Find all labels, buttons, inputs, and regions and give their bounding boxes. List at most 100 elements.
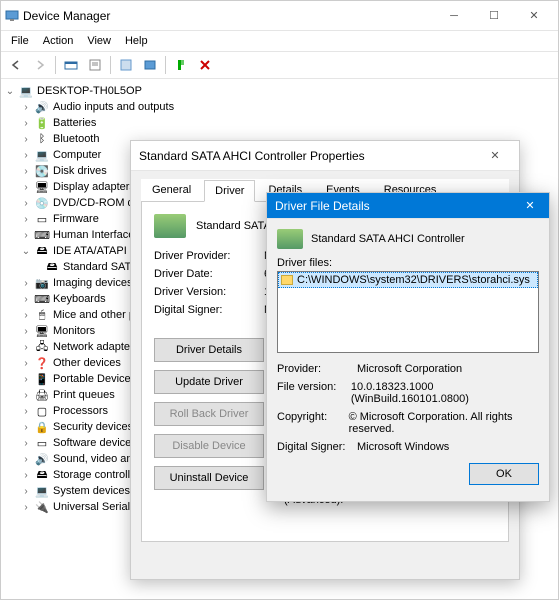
category-label: Portable Devices (53, 373, 136, 385)
expand-icon[interactable]: › (21, 118, 31, 128)
category-icon: 💽 (35, 164, 49, 178)
uninstall-device-button[interactable]: Uninstall Device (154, 466, 264, 490)
scan-button[interactable] (170, 54, 192, 76)
maximize-button[interactable]: ☐ (474, 2, 514, 30)
ok-button[interactable]: OK (469, 463, 539, 485)
expand-icon[interactable]: › (21, 230, 31, 240)
props-titlebar: Standard SATA AHCI Controller Properties… (131, 141, 519, 171)
expand-icon[interactable]: › (21, 342, 31, 352)
expand-icon[interactable]: › (21, 390, 31, 400)
date-label: Driver Date: (154, 268, 264, 280)
tree-category[interactable]: › 🔋 Batteries (5, 115, 554, 131)
tab-driver[interactable]: Driver (204, 180, 255, 202)
expand-icon[interactable]: › (21, 278, 31, 288)
category-label: Display adapters (53, 181, 135, 193)
expand-icon[interactable]: › (21, 406, 31, 416)
expand-icon[interactable]: › (21, 326, 31, 336)
close-button[interactable]: ✕ (514, 2, 554, 30)
category-icon: 💻 (35, 484, 49, 498)
df-title: Driver File Details (271, 199, 515, 213)
remove-button[interactable] (194, 54, 216, 76)
expand-icon[interactable]: › (21, 294, 31, 304)
tab-general[interactable]: General (141, 179, 202, 201)
menubar: File Action View Help (1, 31, 558, 51)
category-label: System devices (53, 485, 130, 497)
properties-button[interactable] (84, 54, 106, 76)
props-title: Standard SATA AHCI Controller Properties (135, 149, 475, 163)
df-signer-value: Microsoft Windows (357, 441, 449, 453)
category-label: Bluetooth (53, 133, 99, 145)
show-hidden-button[interactable] (60, 54, 82, 76)
expand-icon[interactable]: › (21, 182, 31, 192)
expand-icon[interactable]: › (21, 422, 31, 432)
back-button[interactable] (5, 54, 27, 76)
forward-button[interactable] (29, 54, 51, 76)
provider-label: Driver Provider: (154, 250, 264, 262)
expand-icon[interactable]: › (21, 470, 31, 480)
update-driver-button[interactable]: Update Driver (154, 370, 264, 394)
category-label: Monitors (53, 325, 95, 337)
computer-name: DESKTOP-TH0L5OP (37, 85, 142, 97)
category-icon: 💿 (35, 196, 49, 210)
expand-icon[interactable]: › (21, 214, 31, 224)
category-label: Batteries (53, 117, 96, 129)
df-close-button[interactable]: ✕ (515, 194, 545, 218)
computer-icon: 💻 (19, 84, 33, 98)
driver-file-details-dialog: Driver File Details ✕ Standard SATA AHCI… (266, 192, 550, 502)
category-icon: 🖨 (35, 388, 49, 402)
titlebar: Device Manager ─ ☐ ✕ (1, 1, 558, 31)
collapse-icon[interactable]: ⌄ (5, 86, 15, 96)
category-label: Keyboards (53, 293, 106, 305)
tree-category[interactable]: ›🔊Audio inputs and outputs (5, 99, 554, 115)
category-icon: ⌨ (35, 228, 49, 242)
category-label: Firmware (53, 213, 99, 225)
df-device-name: Standard SATA AHCI Controller (311, 233, 465, 245)
expand-icon[interactable]: › (21, 374, 31, 384)
expand-icon[interactable]: › (21, 454, 31, 464)
expand-icon[interactable]: › (21, 198, 31, 208)
category-icon: ⌨ (35, 292, 49, 306)
collapse-icon[interactable]: ⌄ (21, 246, 31, 256)
device-icon: 🖴 (45, 260, 59, 274)
category-icon: ❓ (35, 356, 49, 370)
minimize-button[interactable]: ─ (434, 2, 474, 30)
menu-file[interactable]: File (5, 33, 35, 49)
expand-icon[interactable]: › (21, 438, 31, 448)
expand-icon[interactable]: › (21, 358, 31, 368)
category-icon: 🔒 (35, 420, 49, 434)
category-icon: 🔊 (35, 100, 49, 114)
category-icon: ▢ (35, 404, 49, 418)
df-provider-label: Provider: (277, 363, 357, 375)
expand-icon[interactable]: › (21, 486, 31, 496)
tree-root[interactable]: ⌄ 💻 DESKTOP-TH0L5OP (5, 83, 554, 99)
category-icon: 🖱 (35, 308, 49, 322)
category-icon: 🔋 (35, 116, 49, 130)
expand-icon[interactable]: › (21, 166, 31, 176)
category-label: Security devices (53, 421, 133, 433)
help-button[interactable] (115, 54, 137, 76)
expand-icon[interactable]: › (21, 310, 31, 320)
driver-details-button[interactable]: Driver Details (154, 338, 264, 362)
expand-icon[interactable]: › (21, 502, 31, 512)
category-icon: 🔌 (35, 500, 49, 514)
menu-view[interactable]: View (81, 33, 117, 49)
version-label: Driver Version: (154, 286, 264, 298)
df-copyright-value: © Microsoft Corporation. All rights rese… (349, 411, 539, 435)
category-label: Imaging devices (53, 277, 133, 289)
menu-help[interactable]: Help (119, 33, 154, 49)
refresh-button[interactable] (139, 54, 161, 76)
df-titlebar: Driver File Details ✕ (267, 193, 549, 219)
expand-icon[interactable]: › (21, 134, 31, 144)
disable-device-button: Disable Device (154, 434, 264, 458)
df-signer-label: Digital Signer: (277, 441, 357, 453)
driver-files-list[interactable]: C:\WINDOWS\system32\DRIVERS\storahci.sys (277, 271, 539, 353)
expand-icon[interactable]: › (21, 102, 31, 112)
menu-action[interactable]: Action (37, 33, 80, 49)
category-label: Disk drives (53, 165, 107, 177)
props-close-button[interactable]: ✕ (475, 142, 515, 170)
device-icon (154, 214, 186, 238)
signer-label: Digital Signer: (154, 304, 264, 316)
driver-file-item[interactable]: C:\WINDOWS\system32\DRIVERS\storahci.sys (278, 272, 538, 288)
expand-icon[interactable]: › (21, 150, 31, 160)
category-icon: 🖥 (35, 180, 49, 194)
